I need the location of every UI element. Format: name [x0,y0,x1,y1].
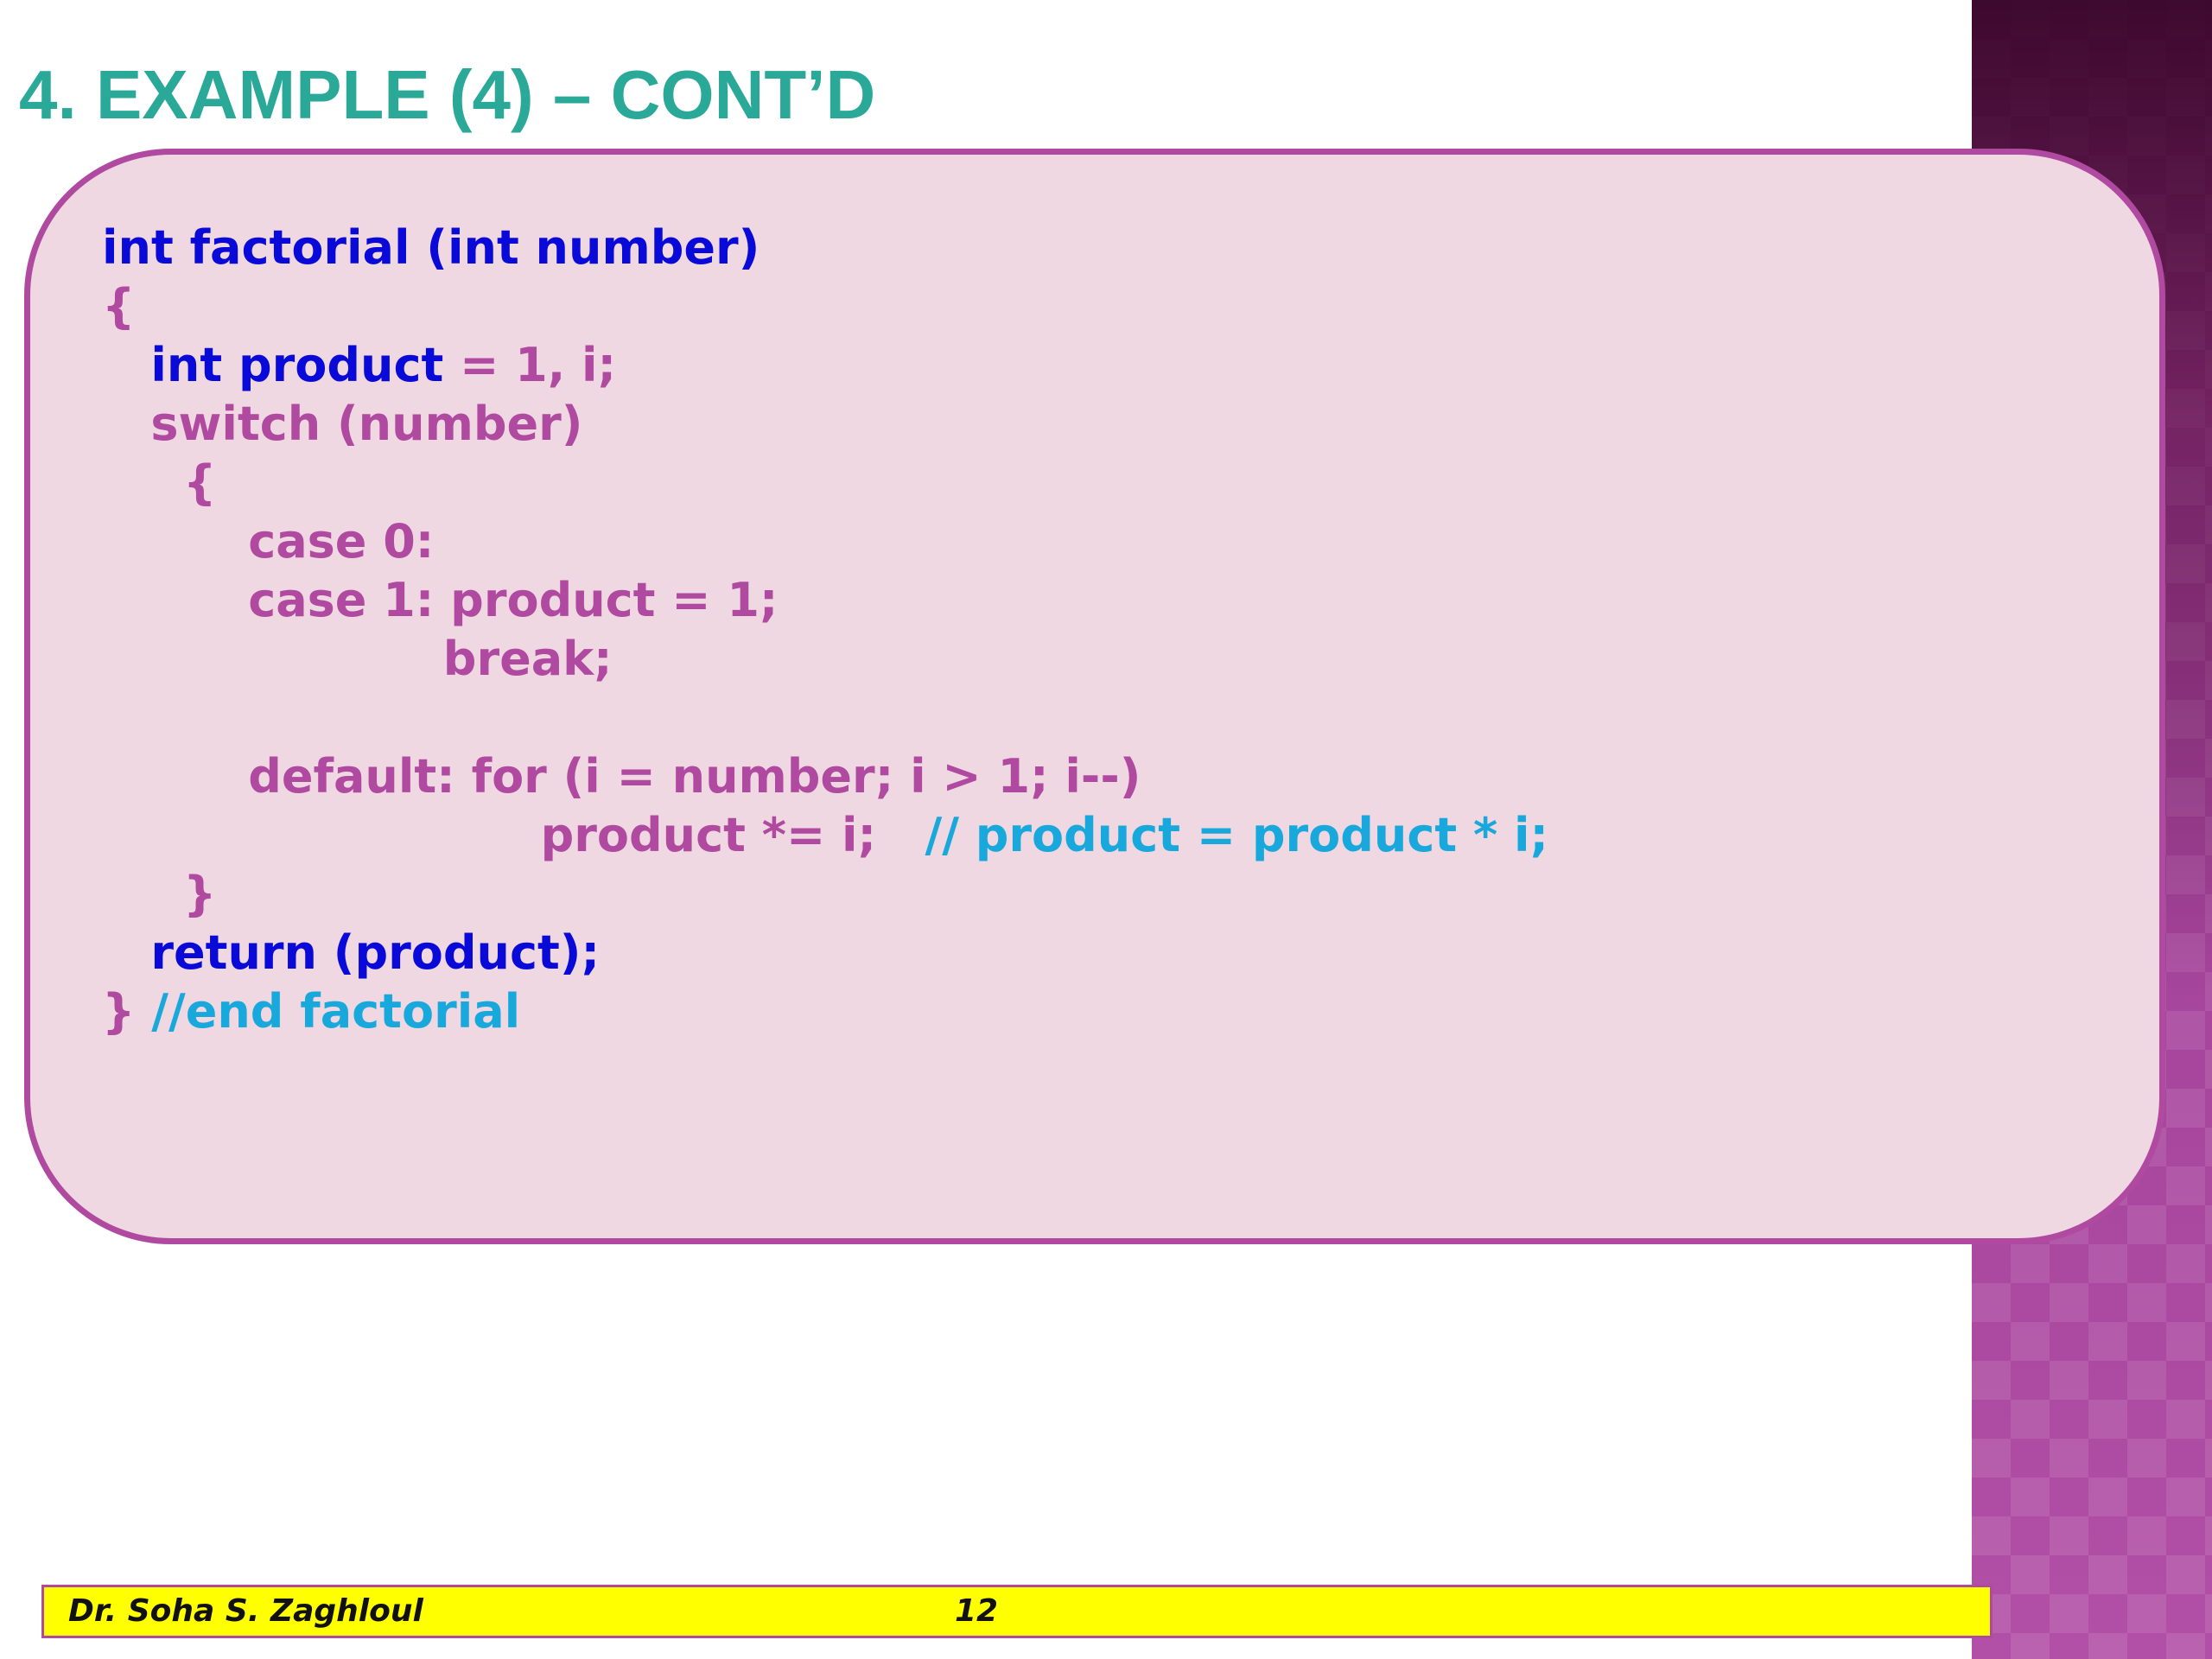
code-text: switch (number) [102,397,583,451]
code-keyword: return (product); [102,925,601,980]
code-text: default: for (i = number; i > 1; i--) [102,749,1141,804]
code-text: { [102,279,136,334]
code-line: case 1: product = 1; [102,571,1548,630]
code-line: { [102,277,1548,336]
code-text: product *= i; [102,808,925,862]
code-line: case 0: [102,512,1548,571]
code-text: = 1, i; [460,338,617,392]
code-line: int product = 1, i; [102,336,1548,395]
code-text: break; [102,632,613,686]
code-text: } [102,867,217,921]
slide-title: 4. EXAMPLE (4) – CONT’D [19,56,876,133]
code-keyword: int factorial (int number) [102,220,760,275]
code-text: { [102,455,217,510]
code-line: } [102,865,1548,924]
code-text: case 0: [102,514,435,569]
code-line: product *= i; // product = product * i; [102,806,1549,865]
code-line: return (product); [102,924,1548,982]
code-line: } //end factorial [102,982,1548,1041]
code-keyword: int product [102,338,461,392]
footer-author: Dr. Soha S. Zaghloul [68,1593,423,1629]
code-text: case 1: product = 1; [102,573,779,627]
code-comment: // product = product * i; [925,808,1549,862]
code-comment: //end factorial [151,984,521,1039]
code-line: { [102,454,1548,512]
footer-bar: Dr. Soha S. Zaghloul 12 [41,1585,1993,1638]
code-line: default: for (i = number; i > 1; i--) [102,747,1548,806]
code-line: break; [102,630,1548,689]
code-line: int factorial (int number) [102,219,1548,277]
code-text: } [102,984,152,1039]
code-block: int factorial (int number){ int product … [102,219,1548,1041]
footer-page-number: 12 [955,1593,999,1629]
code-line: switch (number) [102,395,1548,454]
